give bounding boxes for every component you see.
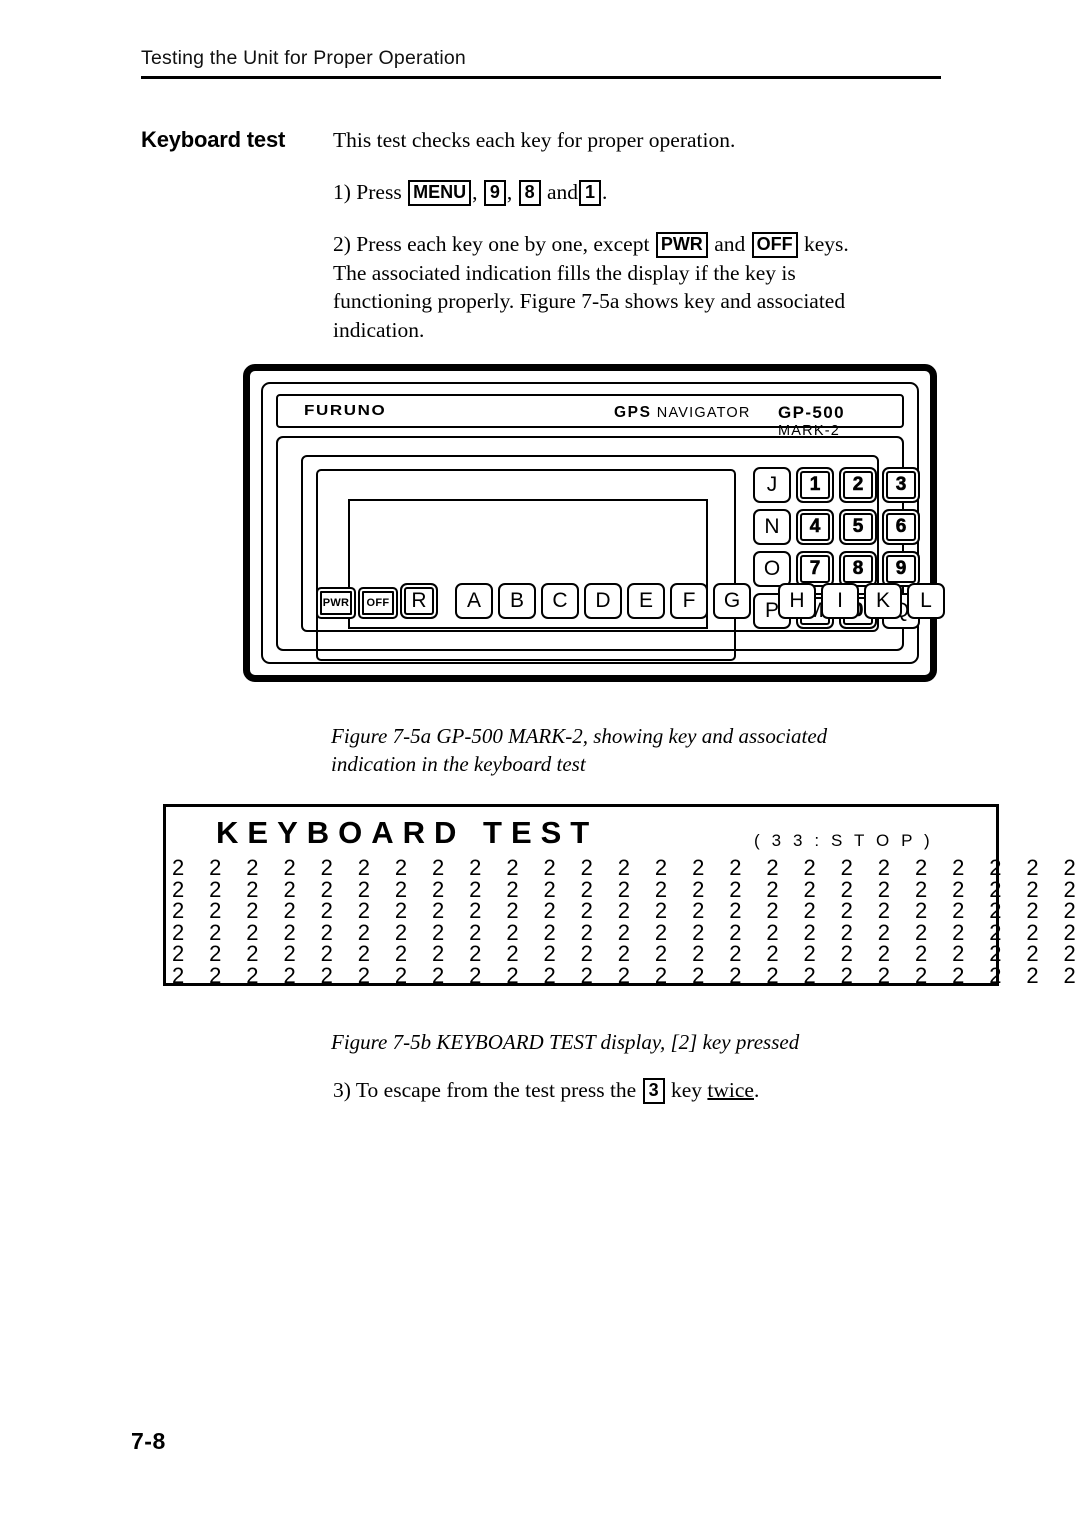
device-key-8-label: 8	[852, 558, 864, 580]
header-rule	[141, 76, 941, 79]
screen-fill-row: 2 2 2 2 2 2 2 2 2 2 2 2 2 2 2 2 2 2 2 2 …	[172, 876, 1080, 902]
device-key-2[interactable]: 2	[839, 467, 877, 503]
key-8: 8	[518, 180, 541, 206]
step-2-text-1: Press each key one by one, except	[356, 232, 650, 256]
device-key-pwr[interactable]: PWR	[316, 587, 356, 619]
step-2-number: 2)	[333, 232, 351, 256]
step-1-sep-2: ,	[506, 180, 513, 204]
screen-title: KEYBOARD TEST	[216, 815, 599, 850]
device-key-i[interactable]: I	[821, 583, 859, 619]
device-case: FURUNO GPS NAVIGATOR GP-500 MARK-2 J 1 2…	[243, 364, 945, 682]
product-name: GPS NAVIGATOR	[614, 404, 751, 422]
key-pwr: PWR	[655, 232, 708, 258]
step-2-text-2: keys.	[803, 232, 849, 256]
screen-fill-row: 2 2 2 2 2 2 2 2 2 2 2 2 2 2 2 2 2 2 2 2 …	[172, 898, 1080, 923]
step-1: 1) Press MENU, 9, 8 and 1.	[333, 178, 607, 207]
key-9: 9	[483, 180, 506, 206]
device-key-off[interactable]: OFF	[358, 587, 398, 619]
device-key-6[interactable]: 6	[882, 509, 920, 545]
running-head: Testing the Unit for Proper Operation	[141, 47, 466, 69]
device-key-9[interactable]: 9	[882, 551, 920, 587]
device-key-6-label: 6	[895, 516, 907, 538]
step-3-text-2: key	[670, 1078, 703, 1102]
step-1-period: .	[602, 180, 608, 204]
furuno-logo: FURUNO	[304, 402, 387, 419]
device-key-l[interactable]: L	[907, 583, 945, 619]
device-bottom-key-row: PWR OFF R A B C D E F G H I K L	[316, 583, 950, 619]
page-number: 7-8	[131, 1428, 166, 1454]
product-name-bold: GPS	[614, 404, 652, 421]
device-key-5[interactable]: 5	[839, 509, 877, 545]
model-name-bold: GP-500	[778, 403, 845, 422]
screen-status: ( 3 3 : S T O P )	[754, 831, 934, 850]
step-2-line-1: 2) Press each key one by one, except PWR…	[333, 230, 950, 259]
figure-7-5b-screen: KEYBOARD TEST ( 3 3 : S T O P ) 2 2 2 2 …	[163, 804, 1080, 988]
step-1-verb: Press	[356, 180, 402, 204]
device-key-e[interactable]: E	[627, 583, 665, 619]
step-2-line-3: functioning properly. Figure 7-5a shows …	[333, 289, 846, 313]
device-key-8[interactable]: 8	[839, 551, 877, 587]
device-key-5-label: 5	[852, 516, 864, 538]
key-menu: MENU	[408, 180, 472, 206]
device-key-4-label: 4	[809, 516, 821, 538]
device-front-panel: J 1 2 3 N 4 5 6 O 7 8 9 P M 0 Q	[276, 436, 945, 661]
figure-7-5a-caption: Figure 7-5a GP-500 MARK-2, showing key a…	[331, 722, 942, 778]
device-key-a[interactable]: A	[455, 583, 493, 619]
step-2-conj: and	[714, 232, 746, 256]
device-key-7-label: 7	[809, 558, 821, 580]
device-key-j[interactable]: J	[753, 467, 791, 503]
device-key-f[interactable]: F	[670, 583, 708, 619]
figure-7-5a-caption-line-2: indication in the keyboard test	[331, 752, 586, 776]
device-key-3[interactable]: 3	[882, 467, 920, 503]
key-1: 1	[579, 180, 602, 206]
device-key-g[interactable]: G	[713, 583, 751, 619]
device-key-d[interactable]: D	[584, 583, 622, 619]
screen-fill-row: 2 2 2 2 2 2 2 2 2 2 2 2 2 2 2 2 2 2 2 2 …	[172, 962, 1080, 988]
step-3-number: 3)	[333, 1078, 351, 1102]
device-key-7[interactable]: 7	[796, 551, 834, 587]
step-1-number: 1)	[333, 180, 351, 204]
device-key-h[interactable]: H	[778, 583, 816, 619]
device-key-9-label: 9	[895, 558, 907, 580]
section-intro: This test checks each key for proper ope…	[333, 128, 736, 152]
device-lcd-frame	[316, 469, 736, 661]
step-3-emphasis: twice	[707, 1078, 754, 1102]
device-panel-inner: J 1 2 3 N 4 5 6 O 7 8 9 P M 0 Q	[301, 455, 945, 661]
step-1-sep-1: ,	[472, 180, 478, 204]
figure-7-5a-device-illustration: FURUNO GPS NAVIGATOR GP-500 MARK-2 J 1 2…	[243, 364, 945, 682]
device-key-3-label: 3	[895, 474, 907, 496]
device-key-2-label: 2	[852, 474, 864, 496]
device-key-c[interactable]: C	[541, 583, 579, 619]
device-key-1-label: 1	[809, 474, 821, 496]
device-brand-bar: FURUNO GPS NAVIGATOR GP-500 MARK-2	[276, 394, 904, 439]
step-2: 2) Press each key one by one, except PWR…	[333, 230, 950, 344]
key-3: 3	[642, 1078, 665, 1104]
screen-fill-row: 2 2 2 2 2 2 2 2 2 2 2 2 2 2 2 2 2 2 2 2 …	[172, 919, 1080, 945]
step-3-period: .	[753, 1078, 760, 1102]
section-title: Keyboard test	[141, 127, 286, 152]
step-2-line-4: indication.	[333, 317, 425, 342]
step-2-line-2: The associated indication fills the disp…	[333, 260, 796, 285]
figure-7-5a-caption-line-1: Figure 7-5a GP-500 MARK-2, showing key a…	[331, 724, 828, 748]
device-key-1[interactable]: 1	[796, 467, 834, 503]
screen-fill-row: 2 2 2 2 2 2 2 2 2 2 2 2 2 2 2 2 2 2 2 2 …	[172, 941, 1080, 966]
device-key-n[interactable]: N	[753, 509, 791, 545]
step-1-conj: and	[546, 180, 579, 204]
figure-7-5b-caption: Figure 7-5b KEYBOARD TEST display, [2] k…	[331, 1030, 800, 1054]
device-key-r[interactable]: R	[400, 583, 438, 619]
device-key-o[interactable]: O	[753, 551, 791, 587]
product-name-rest: NAVIGATOR	[651, 405, 751, 421]
key-off: OFF	[751, 232, 798, 258]
device-key-b[interactable]: B	[498, 583, 536, 619]
screen-fill-row: 2 2 2 2 2 2 2 2 2 2 2 2 2 2 2 2 2 2 2 2 …	[172, 855, 1080, 880]
screen-fill-grid: 2 2 2 2 2 2 2 2 2 2 2 2 2 2 2 2 2 2 2 2 …	[172, 855, 1080, 988]
device-key-4[interactable]: 4	[796, 509, 834, 545]
model-name: GP-500 MARK-2	[778, 403, 902, 439]
step-3: 3) To escape from the test press the 3 k…	[333, 1076, 759, 1105]
step-3-text-1: To escape from the test press the	[355, 1078, 637, 1102]
device-key-k[interactable]: K	[864, 583, 902, 619]
